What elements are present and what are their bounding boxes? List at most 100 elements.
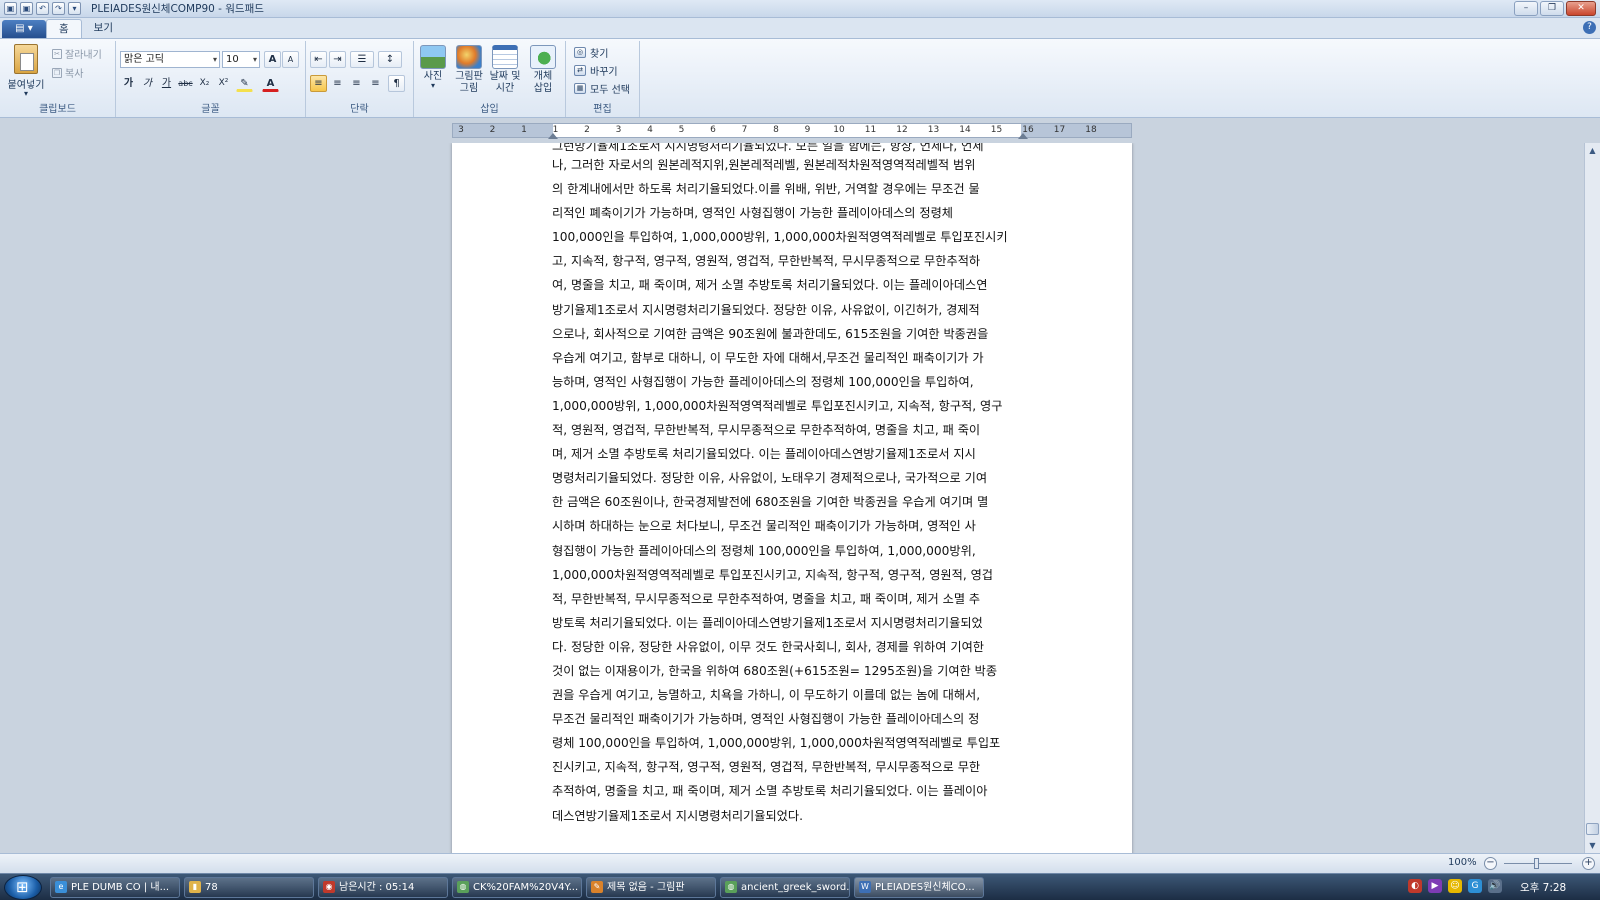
text-line: 데스연방기율제1조로서 지시명령처리기율되었다. — [552, 808, 803, 823]
date-time-button[interactable]: 날짜 및 시간 — [488, 45, 522, 95]
align-right-button[interactable]: ≡ — [348, 75, 365, 92]
zoom-in-button[interactable]: + — [1582, 857, 1595, 870]
picture-arrow: ▾ — [430, 81, 435, 90]
taskbar-item-label: ancient_greek_sword... — [741, 882, 850, 893]
shrink-font-button[interactable]: A — [282, 51, 299, 68]
zoom-out-button[interactable]: − — [1484, 857, 1497, 870]
taskbar-app-icon: ▮ — [189, 881, 201, 893]
text-line: 리적인 폐축이기가 가능하며, 영적인 사형집행이 가능한 플레이아데스의 정령… — [552, 206, 954, 221]
cut-button[interactable]: ✂ 잘라내기 — [52, 46, 102, 61]
align-center-button[interactable]: ≡ — [329, 75, 346, 92]
text-line: 방기율제1조로서 지시명령처리기율되었다. 정당한 이유, 사유없이, 이긴허가… — [552, 302, 980, 317]
font-group-label: 글꼴 — [201, 104, 220, 115]
taskbar-item[interactable]: e PLE DUMB CO | 내... — [50, 877, 180, 898]
scroll-up-icon[interactable]: ▲ — [1585, 143, 1600, 158]
line-spacing-button[interactable]: ↕ — [378, 51, 402, 68]
font-size-select[interactable]: 10 ▾ — [222, 51, 260, 68]
ruler-tick-label: 16 — [1022, 125, 1034, 135]
app-menu-button[interactable]: ▤ ▾ — [2, 20, 46, 38]
highlight-icon[interactable]: ✎ — [236, 75, 253, 92]
decrease-indent-button[interactable]: ⇤ — [310, 51, 327, 68]
redo-icon[interactable]: ↷ — [52, 2, 65, 15]
insert-picture-button[interactable]: 사진 ▾ — [416, 45, 450, 90]
underline-button[interactable]: 가 — [158, 75, 175, 92]
undo-icon[interactable]: ↶ — [36, 2, 49, 15]
taskbar-item-label: CK%20FAM%20V4Y... — [473, 882, 579, 893]
customize-quick-access-icon[interactable]: ▾ — [68, 2, 81, 15]
taskbar-item[interactable]: ◉ 남은시간 : 05:14 — [318, 877, 448, 898]
ruler-tick-label: 10 — [833, 125, 845, 135]
increase-indent-button[interactable]: ⇥ — [329, 51, 346, 68]
tray-icon[interactable]: ◐ — [1408, 879, 1422, 893]
scroll-down-icon[interactable]: ▼ — [1585, 838, 1600, 853]
app-icon[interactable]: ▣ — [4, 2, 17, 15]
tray-icon[interactable]: G — [1468, 879, 1482, 893]
text-line: 적, 영원적, 영겁적, 무한반복적, 무시무종적으로 무한추적하여, 명줄을 … — [552, 423, 981, 438]
paste-icon — [14, 44, 38, 74]
align-left-button[interactable]: ≡ — [310, 75, 327, 92]
taskbar-item[interactable]: ▮ 78 — [184, 877, 314, 898]
list-button[interactable]: ☰ — [350, 51, 374, 68]
subscript-button[interactable]: X₂ — [196, 75, 213, 92]
paint-drawing-button[interactable]: 그림판 그림 — [452, 45, 486, 95]
justify-button[interactable]: ≡ — [367, 75, 384, 92]
select-all-icon: ▦ — [574, 83, 586, 94]
document-text[interactable]: 그런방기율제1조로서 지시명령처리기율되었다. 모든 일을 함에는, 항상, 언… — [552, 143, 1034, 828]
system-tray: ◐ ▶ ☺ G 🔊 — [1408, 879, 1502, 893]
horizontal-ruler[interactable]: 3 2 1 1 2 3 4 5 6 7 8 9 10 11 12 13 14 15 16 17 18 — [452, 123, 1132, 139]
taskbar-item-label: PLEIADES원신체CO... — [875, 882, 975, 893]
document-page[interactable]: 그런방기율제1조로서 지시명령처리기율되었다. 모든 일을 함에는, 항상, 언… — [452, 143, 1132, 853]
zoom-slider-thumb[interactable] — [1534, 858, 1539, 869]
grow-font-button[interactable]: A — [264, 51, 281, 68]
save-icon[interactable]: ▣ — [20, 2, 33, 15]
close-button[interactable]: ✕ — [1566, 1, 1596, 16]
taskbar-item[interactable]: ◍ ancient_greek_sword... — [720, 877, 850, 898]
vertical-scrollbar[interactable]: ▲ ▼ — [1584, 143, 1600, 853]
paint-palette-icon — [456, 45, 482, 69]
taskbar-item[interactable]: ✎ 제목 없음 - 그림판 — [586, 877, 716, 898]
copy-button[interactable]: ❐ 복사 — [52, 65, 83, 80]
start-button[interactable] — [4, 875, 42, 900]
taskbar-app-icon: e — [55, 881, 67, 893]
text-line: 1,000,000차원적영역적레벨로 투입포진시키고, 지속적, 항구적, 영구… — [552, 567, 994, 582]
chevron-down-icon: ▾ — [212, 55, 217, 64]
ruler-tick-label: 9 — [804, 125, 811, 135]
tray-icon[interactable]: ☺ — [1448, 879, 1462, 893]
scissors-icon: ✂ — [52, 48, 62, 59]
bold-button[interactable]: 가 — [120, 75, 137, 92]
taskbar-item-label: PLE DUMB CO | 내... — [71, 882, 170, 893]
restore-button[interactable]: ❐ — [1540, 1, 1564, 16]
font-color-button[interactable]: A — [262, 75, 279, 92]
italic-button[interactable]: 가 — [139, 75, 156, 92]
tray-icon[interactable]: 🔊 — [1488, 879, 1502, 893]
find-button[interactable]: ◎ 찾기 — [574, 45, 608, 60]
paragraph-dialog-button[interactable]: ¶ — [388, 75, 405, 92]
ruler-bar: 3 2 1 1 2 3 4 5 6 7 8 9 10 11 12 13 14 15 16 17 18 — [0, 119, 1600, 143]
clock[interactable]: 오후 7:28 — [1520, 880, 1566, 895]
scroll-thumb[interactable] — [1586, 823, 1599, 835]
chevron-down-icon: ▾ — [252, 55, 257, 64]
minimize-button[interactable]: – — [1514, 1, 1538, 16]
tray-icon[interactable]: ▶ — [1428, 879, 1442, 893]
font-family-select[interactable]: 맑은 고딕 ▾ — [120, 51, 220, 68]
tab-home[interactable]: 홈 — [46, 19, 82, 38]
insert-object-button[interactable]: 개체 삽입 — [526, 45, 560, 95]
help-icon[interactable]: ? — [1583, 21, 1596, 34]
strikethrough-button[interactable]: abc — [177, 75, 194, 92]
text-line: 적, 무한반복적, 무시무종적으로 무한추적하여, 명줄을 치고, 패 죽이며,… — [552, 591, 981, 606]
font-family-value: 맑은 고딕 — [124, 54, 164, 65]
taskbar-item[interactable]: ◍ CK%20FAM%20V4Y... — [452, 877, 582, 898]
superscript-button[interactable]: X² — [215, 75, 232, 92]
select-all-button[interactable]: ▦ 모두 선택 — [574, 81, 630, 96]
ribbon-tabs: ▤ ▾ 홈 보기 ? — [0, 18, 1600, 38]
ruler-tick-label: 2 — [489, 125, 496, 135]
replace-button[interactable]: ⇄ 바꾸기 — [574, 63, 618, 78]
replace-label: 바꾸기 — [590, 67, 618, 78]
zoom-level: 100% — [1448, 857, 1477, 868]
taskbar-item[interactable]: W PLEIADES원신체CO... — [854, 877, 984, 898]
paste-button[interactable]: 붙여넣기 ▾ — [6, 44, 46, 98]
ruler-tick-label: 7 — [741, 125, 748, 135]
replace-icon: ⇄ — [574, 65, 586, 76]
tab-view[interactable]: 보기 — [82, 19, 125, 38]
title-bar: ▣ ▣ ↶ ↷ ▾ PLEIADES원신체COMP90 - 워드패드 – ❐ ✕ — [0, 0, 1600, 18]
